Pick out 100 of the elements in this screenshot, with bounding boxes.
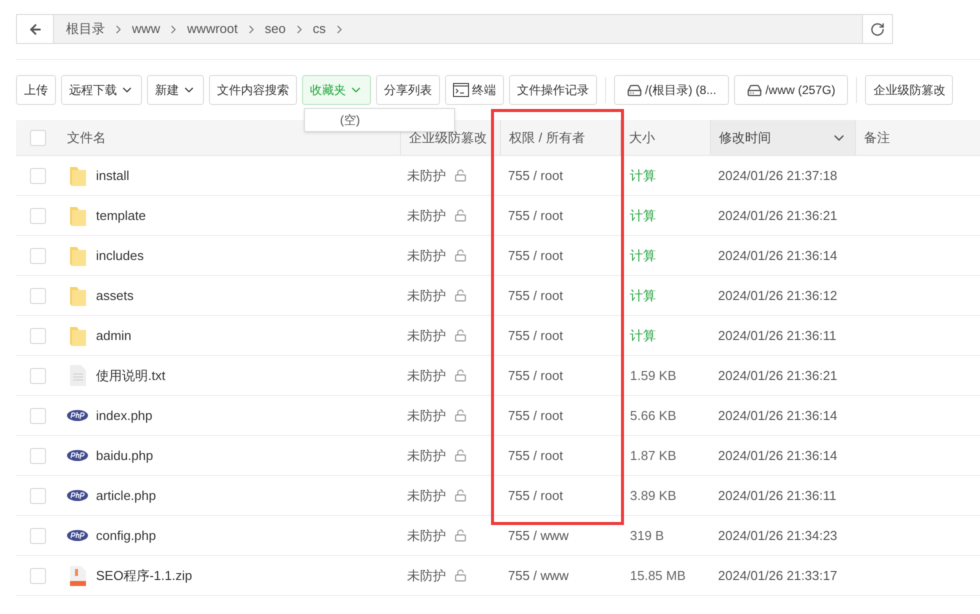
modified-time: 2024/01/26 21:33:17 [718, 568, 838, 583]
protection-status: 未防护 [407, 326, 446, 345]
row-checkbox[interactable] [30, 488, 46, 504]
folder-icon [68, 324, 86, 346]
breadcrumb-link[interactable]: wwwroot [183, 19, 242, 39]
permission-owner[interactable]: 755 / www [508, 568, 569, 583]
row-checkbox[interactable] [30, 448, 46, 464]
permission-owner[interactable]: 755 / root [508, 488, 563, 503]
breadcrumb-link[interactable]: 根目录 [62, 19, 109, 39]
row-checkbox[interactable] [30, 248, 46, 264]
row-checkbox[interactable] [30, 568, 46, 584]
unlock-icon[interactable] [454, 369, 467, 382]
permission-owner[interactable]: 755 / root [508, 248, 563, 263]
permission-owner[interactable]: 755 / www [508, 528, 569, 543]
modified-time: 2024/01/26 21:36:14 [718, 408, 838, 423]
file-name[interactable]: admin [96, 326, 132, 346]
modified-time: 2024/01/26 21:36:14 [718, 248, 838, 263]
row-checkbox[interactable] [30, 168, 46, 184]
toolbar-button[interactable]: 新建 [147, 75, 204, 105]
unlock-icon[interactable] [454, 449, 467, 462]
refresh-icon [870, 22, 885, 36]
folder-icon [68, 244, 86, 266]
permission-owner[interactable]: 755 / root [508, 368, 563, 383]
file-name[interactable]: SEO程序-1.1.zip [96, 566, 192, 586]
select-all-checkbox[interactable] [30, 130, 46, 146]
breadcrumb-link[interactable]: cs [308, 19, 330, 39]
row-checkbox[interactable] [30, 408, 46, 424]
terminal-icon [453, 83, 469, 97]
unlock-icon[interactable] [454, 289, 467, 302]
php-icon [67, 530, 88, 541]
file-size: 5.66 KB [630, 408, 676, 423]
modified-time: 2024/01/26 21:36:11 [718, 488, 836, 503]
row-checkbox[interactable] [30, 368, 46, 384]
back-button[interactable] [17, 15, 54, 43]
unlock-icon[interactable] [454, 169, 467, 182]
toolbar-button[interactable]: 分享列表 [376, 75, 440, 105]
modified-time: 2024/01/26 21:36:14 [718, 448, 838, 463]
column-header[interactable]: 文件名 [67, 128, 106, 148]
file-name[interactable]: baidu.php [96, 446, 154, 466]
protection-status: 未防护 [407, 486, 446, 505]
permission-owner[interactable]: 755 / root [508, 408, 563, 423]
toolbar-button[interactable]: 上传 [16, 75, 56, 105]
modified-time: 2024/01/26 21:37:18 [718, 168, 838, 183]
text-file-icon [70, 365, 86, 386]
file-name[interactable]: install [96, 166, 130, 186]
protection-status: 未防护 [407, 366, 446, 385]
toolbar-button[interactable]: 文件内容搜索 [209, 75, 297, 105]
file-size: 319 B [630, 528, 664, 543]
unlock-icon[interactable] [454, 329, 467, 342]
column-header[interactable]: 企业级防篡改 [409, 128, 487, 148]
file-name[interactable]: 使用说明.txt [96, 366, 166, 386]
file-size: 1.59 KB [630, 368, 676, 383]
protection-status: 未防护 [407, 526, 446, 545]
protection-status: 未防护 [407, 166, 446, 185]
toolbar-button[interactable]: /www (257G) [734, 75, 848, 105]
file-size: 1.87 KB [630, 448, 676, 463]
column-header[interactable]: 大小 [629, 128, 655, 148]
modified-time: 2024/01/26 21:34:23 [718, 528, 838, 543]
folder-icon [68, 284, 86, 306]
file-name[interactable]: article.php [96, 486, 156, 506]
php-icon [67, 450, 88, 461]
unlock-icon[interactable] [454, 409, 467, 422]
php-icon [67, 490, 88, 501]
row-checkbox[interactable] [30, 528, 46, 544]
toolbar-button[interactable]: /(根目录) (8... [614, 75, 730, 105]
unlock-icon[interactable] [454, 569, 467, 582]
file-name[interactable]: template [96, 206, 146, 226]
modified-time: 2024/01/26 21:36:11 [718, 328, 836, 343]
protection-status: 未防护 [407, 206, 446, 225]
breadcrumb-link[interactable]: www [128, 19, 164, 39]
protection-status: 未防护 [407, 286, 446, 305]
row-checkbox[interactable] [30, 328, 46, 344]
file-name[interactable]: index.php [96, 406, 152, 426]
column-header[interactable]: 权限 / 所有者 [509, 128, 585, 148]
unlock-icon[interactable] [454, 529, 467, 542]
toolbar-button[interactable]: 企业级防篡改 [865, 75, 954, 105]
toolbar-button[interactable]: 终端 [445, 75, 504, 105]
row-checkbox[interactable] [30, 288, 46, 304]
menu-item[interactable]: (空) [340, 111, 360, 129]
permission-owner[interactable]: 755 / root [508, 168, 563, 183]
row-checkbox[interactable] [30, 208, 46, 224]
file-name[interactable]: config.php [96, 526, 156, 546]
file-size: 3.89 KB [630, 488, 676, 503]
permission-owner[interactable]: 755 / root [508, 448, 563, 463]
unlock-icon[interactable] [454, 209, 467, 222]
permission-owner[interactable]: 755 / root [508, 288, 563, 303]
unlock-icon[interactable] [454, 489, 467, 502]
toolbar-button[interactable]: 文件操作记录 [509, 75, 597, 105]
permission-owner[interactable]: 755 / root [508, 208, 563, 223]
modified-time: 2024/01/26 21:36:12 [718, 288, 838, 303]
toolbar-button[interactable]: 远程下载 [61, 75, 142, 105]
protection-status: 未防护 [407, 566, 446, 585]
breadcrumb-link[interactable]: seo [260, 19, 290, 39]
permission-owner[interactable]: 755 / root [508, 328, 563, 343]
column-header[interactable]: 备注 [864, 128, 890, 148]
unlock-icon[interactable] [454, 249, 467, 262]
refresh-button[interactable] [862, 15, 892, 43]
file-name[interactable]: includes [96, 246, 144, 266]
protection-status: 未防护 [407, 446, 446, 465]
file-name[interactable]: assets [96, 286, 134, 306]
